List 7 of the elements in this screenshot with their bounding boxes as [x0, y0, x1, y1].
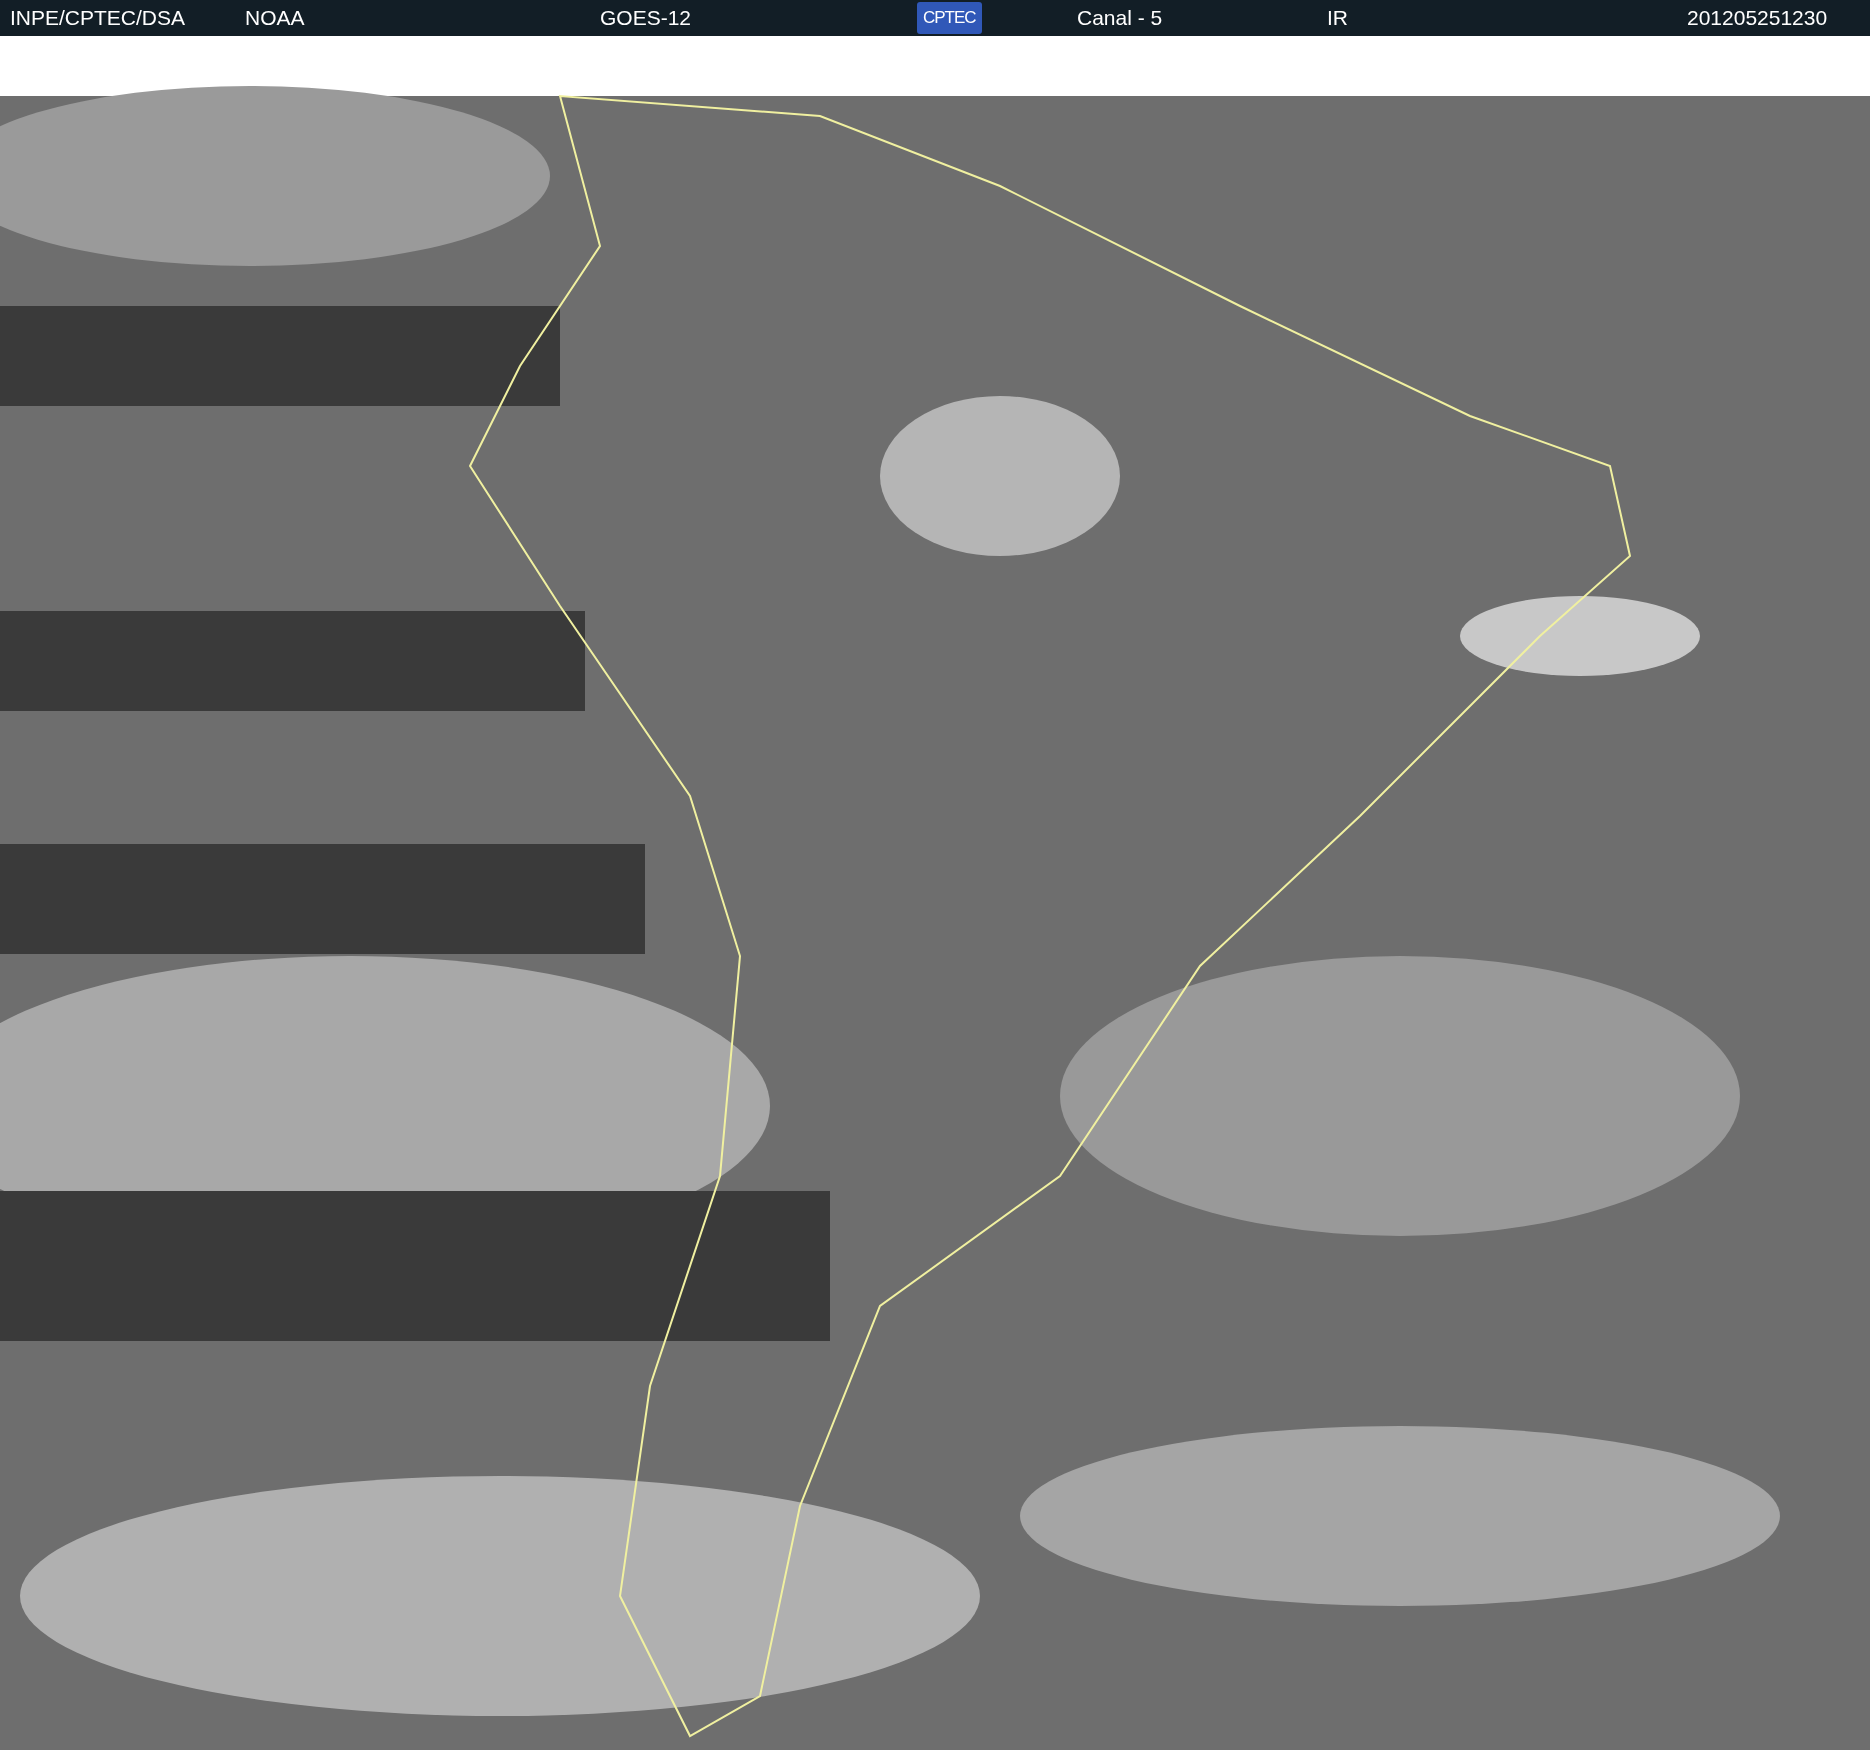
- header-label: Canal - 5: [1077, 6, 1163, 30]
- header-label: 201205251230: [1687, 6, 1828, 30]
- header-label: GOES-12: [600, 6, 692, 30]
- header-label: INPE/CPTEC/DSA: [10, 6, 186, 30]
- logo: CPTEC: [917, 2, 982, 34]
- header-label: NOAA: [245, 6, 305, 30]
- header-label: IR: [1327, 6, 1348, 30]
